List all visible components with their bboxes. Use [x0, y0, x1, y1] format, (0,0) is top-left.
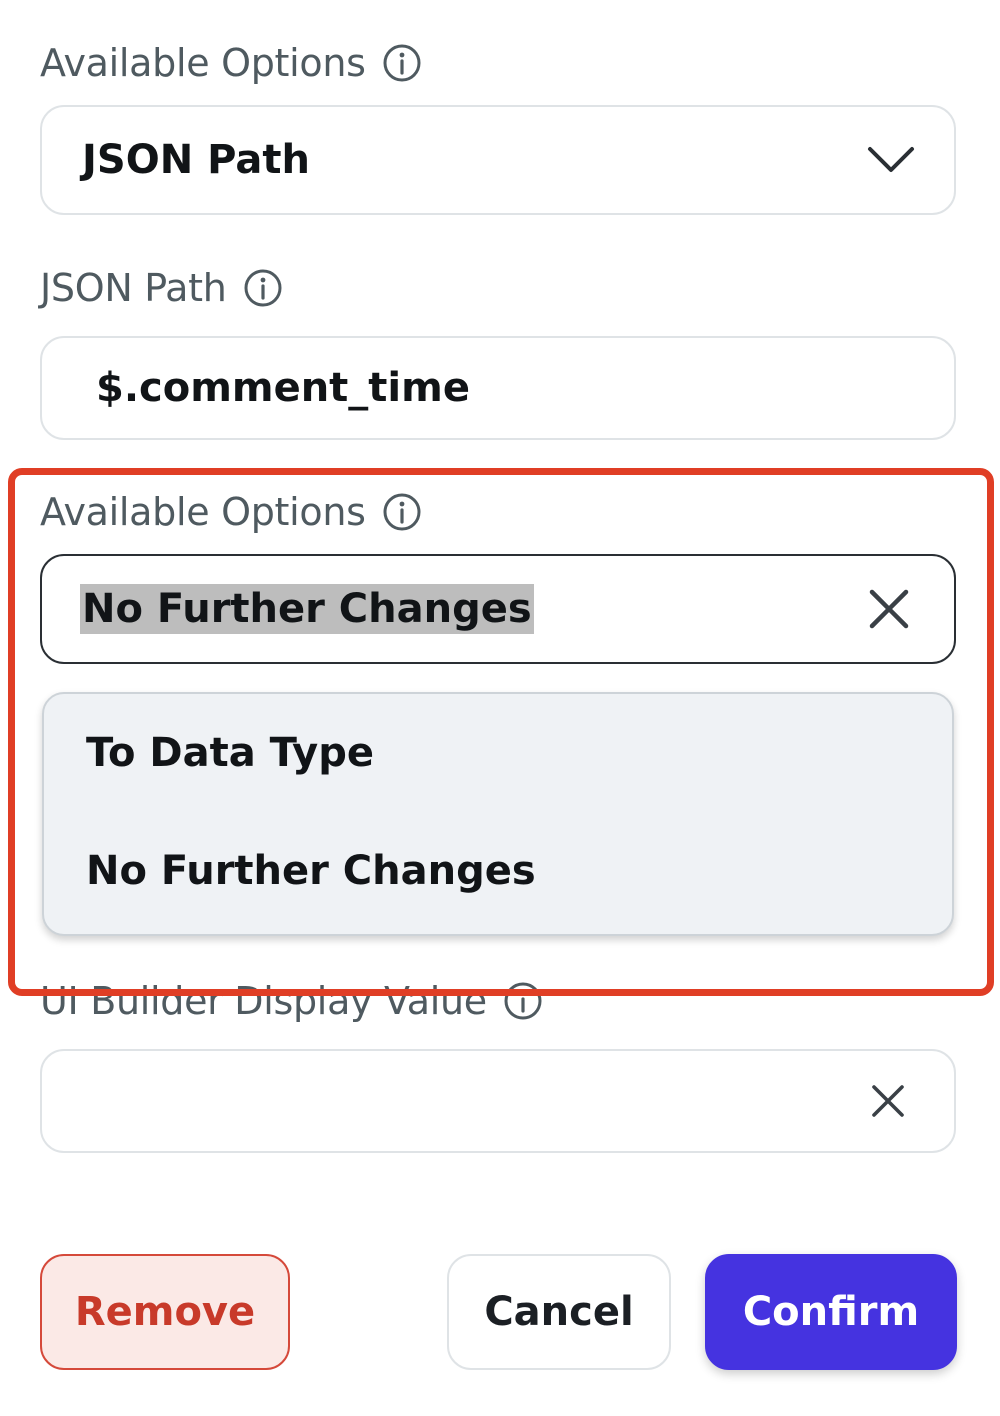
close-icon[interactable] [864, 584, 914, 634]
ui-builder-display-value-label: UI Builder Display Value [40, 976, 543, 1026]
available-options-label-text: Available Options [40, 41, 366, 85]
remove-button[interactable]: Remove [40, 1254, 290, 1370]
confirm-button[interactable]: Confirm [705, 1254, 957, 1370]
info-icon[interactable] [243, 268, 283, 308]
json-path-input-value: $.comment_time [96, 365, 470, 411]
close-icon[interactable] [868, 1081, 908, 1121]
chevron-down-icon[interactable] [866, 145, 916, 175]
json-path-label: JSON Path [40, 263, 283, 313]
cancel-button[interactable]: Cancel [447, 1254, 671, 1370]
options-dropdown-menu: To Data Type No Further Changes [42, 692, 954, 936]
info-icon[interactable] [382, 492, 422, 532]
available-options-combobox-value: No Further Changes [80, 584, 534, 634]
json-path-input[interactable]: $.comment_time [40, 336, 956, 440]
json-path-label-text: JSON Path [40, 266, 227, 310]
available-options-label-text: Available Options [40, 490, 366, 534]
dropdown-option-to-data-type[interactable]: To Data Type [86, 730, 374, 776]
ui-builder-display-value-label-text: UI Builder Display Value [40, 979, 487, 1023]
available-options-label-1: Available Options [40, 38, 422, 88]
info-icon[interactable] [382, 43, 422, 83]
available-options-label-2: Available Options [40, 487, 422, 537]
ui-builder-display-value-input[interactable] [40, 1049, 956, 1153]
available-options-combobox[interactable]: No Further Changes [40, 554, 956, 664]
transform-options-panel: Available Options JSON Path JSON Path $.… [0, 0, 1000, 1416]
available-options-select[interactable]: JSON Path [40, 105, 956, 215]
info-icon[interactable] [503, 981, 543, 1021]
available-options-select-value: JSON Path [82, 137, 310, 183]
dropdown-option-no-further-changes[interactable]: No Further Changes [86, 848, 536, 894]
